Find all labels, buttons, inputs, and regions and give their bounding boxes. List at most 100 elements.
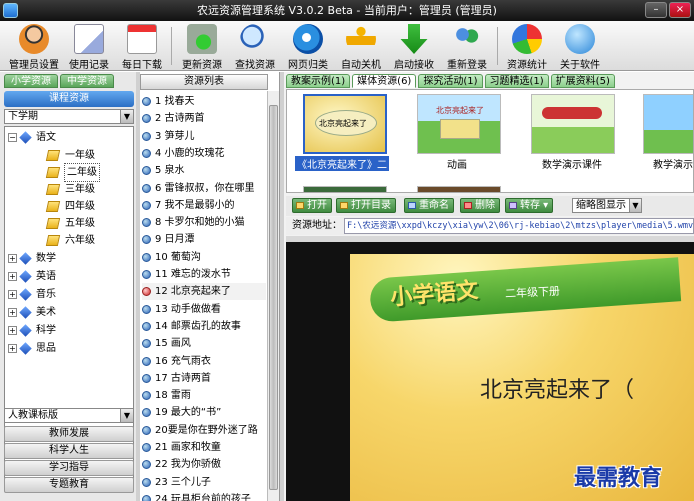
magnifier-icon	[240, 24, 270, 54]
update-resources-button[interactable]: 更新资源	[177, 24, 227, 71]
usage-log-button[interactable]: 使用记录	[64, 24, 114, 71]
list-item[interactable]: 23 三个儿子	[142, 474, 211, 491]
course-resources-header[interactable]: 课程资源	[4, 91, 134, 107]
tree-subject-chinese[interactable]: − 语文	[8, 129, 56, 146]
list-item[interactable]: 20要是你在野外迷了路	[142, 422, 258, 439]
thumbnail-6[interactable]	[417, 186, 501, 192]
list-item[interactable]: 2 古诗两首	[142, 110, 205, 127]
list-item[interactable]: 10 葡萄沟	[142, 249, 201, 266]
scrollbar-thumb[interactable]	[269, 105, 278, 490]
minimize-button[interactable]: –	[645, 2, 667, 18]
resource-bullet-icon	[142, 477, 151, 487]
list-item[interactable]: 19 最大的“书”	[142, 404, 221, 421]
science-life-button[interactable]: 科学人生	[4, 443, 134, 459]
expand-icon[interactable]: +	[8, 290, 17, 299]
list-item-label: 23 三个儿子	[155, 476, 211, 488]
tree-grade-6[interactable]: 六年级	[45, 232, 95, 249]
delete-button[interactable]: 删除	[460, 198, 500, 213]
list-item[interactable]: 22 我为你骄傲	[142, 456, 221, 473]
save-as-button[interactable]: 转存 ▾	[505, 198, 554, 213]
tree-grade-3[interactable]: 三年级	[45, 181, 95, 198]
special-education-button[interactable]: 专题教育	[4, 477, 134, 493]
list-item[interactable]: 11 难忘的泼水节	[142, 266, 231, 283]
list-item[interactable]: 13 动手做做看	[142, 301, 221, 318]
list-item[interactable]: 3 笋芽儿	[142, 128, 195, 145]
auto-shutdown-button[interactable]: 自动关机	[336, 24, 386, 71]
tree-grade-2[interactable]: 二年级	[45, 163, 100, 182]
media-player[interactable]: 小学语文 二年级下册 北京亮起来了（ 最需教育	[286, 242, 694, 501]
view-mode-select[interactable]: 缩略图显示 ▼	[572, 198, 642, 213]
list-item[interactable]: 15 画风	[142, 335, 191, 352]
resource-stats-button[interactable]: 资源统计	[502, 24, 552, 71]
teacher-development-button[interactable]: 教师发展	[4, 426, 134, 442]
list-item[interactable]: 18 雷雨	[142, 387, 191, 404]
chevron-down-icon: ▼	[120, 409, 133, 422]
list-item[interactable]: 7 我不是最弱小的	[142, 197, 235, 214]
about-button[interactable]: 关于软件	[555, 24, 605, 71]
list-item-label: 19 最大的“书”	[155, 407, 222, 419]
thumbnail-1[interactable]: 北京亮起来了	[303, 94, 387, 154]
list-scrollbar[interactable]	[267, 91, 279, 501]
open-folder-button[interactable]: 打开目录	[336, 198, 396, 213]
list-item[interactable]: 9 日月潭	[142, 231, 195, 248]
resource-bullet-icon	[142, 356, 151, 366]
expand-icon[interactable]: +	[8, 326, 17, 335]
list-item[interactable]: 6 雷锋叔叔，你在哪里	[142, 180, 255, 197]
term-select[interactable]: 下学期 ▼	[4, 109, 134, 124]
list-item-label: 12 北京亮起来了	[155, 286, 231, 298]
admin-settings-button[interactable]: 管理员设置	[9, 24, 59, 71]
thumbnail-3[interactable]	[531, 94, 615, 154]
edition-select[interactable]: 人教课标版 ▼	[4, 408, 134, 423]
tree-subject-science[interactable]: + 科学	[8, 322, 56, 339]
thumbnail-2[interactable]: 北京亮起来了	[417, 94, 501, 154]
list-item-label: 2 古诗两首	[155, 113, 205, 125]
thumbnail-5[interactable]	[303, 186, 387, 192]
rename-button[interactable]: 重命名	[404, 198, 454, 213]
expand-icon[interactable]: +	[8, 272, 17, 281]
list-item[interactable]: 1 找春天	[142, 93, 195, 110]
collapse-icon[interactable]: −	[8, 133, 17, 142]
tab-media-resources[interactable]: 媒体资源(6)	[352, 74, 417, 88]
thumbnail-3-label: 数学演示课件	[542, 160, 602, 171]
list-item[interactable]: 4 小鹿的玫瑰花	[142, 145, 225, 162]
list-item[interactable]: 12 北京亮起来了	[142, 283, 266, 301]
tree-subject-english[interactable]: + 英语	[8, 268, 56, 285]
list-item[interactable]: 21 画家和牧童	[142, 439, 221, 456]
folder-icon	[45, 218, 61, 229]
close-button[interactable]: ×	[669, 2, 691, 18]
tab-primary-resources[interactable]: 小学资源	[4, 74, 58, 88]
folder-icon	[45, 201, 61, 212]
tab-extended-materials[interactable]: 扩展资料(5)	[550, 74, 615, 88]
tab-middle-resources[interactable]: 中学资源	[60, 74, 114, 88]
find-resources-button[interactable]: 查找资源	[230, 24, 280, 71]
expand-icon[interactable]: +	[8, 308, 17, 317]
tree-grade-5[interactable]: 五年级	[45, 215, 95, 232]
resource-bullet-icon	[142, 373, 151, 383]
tree-grade-1[interactable]: 一年级	[45, 147, 95, 164]
tab-inquiry-activity[interactable]: 探究活动(1)	[418, 74, 483, 88]
start-receive-button[interactable]: 启动接收	[389, 24, 439, 71]
list-item[interactable]: 24 玩具柜台前的孩子	[142, 491, 251, 501]
address-field[interactable]: F:\农远资源\xxpd\kczy\xia\yw\2\06\rj-kebiao\…	[344, 218, 694, 234]
list-item[interactable]: 16 充气雨衣	[142, 353, 211, 370]
thumbnail-4[interactable]	[643, 94, 693, 154]
relogin-button[interactable]: 重新登录	[442, 24, 492, 71]
open-button[interactable]: 打开	[292, 198, 332, 213]
expand-icon[interactable]: +	[8, 344, 17, 353]
tree-subject-math[interactable]: + 数学	[8, 250, 56, 267]
tab-lesson-plan[interactable]: 教案示例(1)	[286, 74, 351, 88]
list-item[interactable]: 8 卡罗尔和她的小猫	[142, 214, 245, 231]
daily-download-button[interactable]: 每日下载	[117, 24, 167, 71]
study-guide-button[interactable]: 学习指导	[4, 460, 134, 476]
expand-icon[interactable]: +	[8, 254, 17, 263]
subject-cube-icon	[19, 131, 32, 144]
tree-grade-4[interactable]: 四年级	[45, 198, 95, 215]
tree-subject-music[interactable]: + 音乐	[8, 286, 56, 303]
tree-subject-art[interactable]: + 美术	[8, 304, 56, 321]
list-item[interactable]: 14 邮票齿孔的故事	[142, 318, 241, 335]
list-item[interactable]: 5 泉水	[142, 162, 185, 179]
web-classify-button[interactable]: 网页归类	[283, 24, 333, 71]
list-item[interactable]: 17 古诗两首	[142, 370, 211, 387]
tree-subject-morality[interactable]: + 思品	[8, 340, 56, 357]
tab-exercises[interactable]: 习题精选(1)	[484, 74, 549, 88]
